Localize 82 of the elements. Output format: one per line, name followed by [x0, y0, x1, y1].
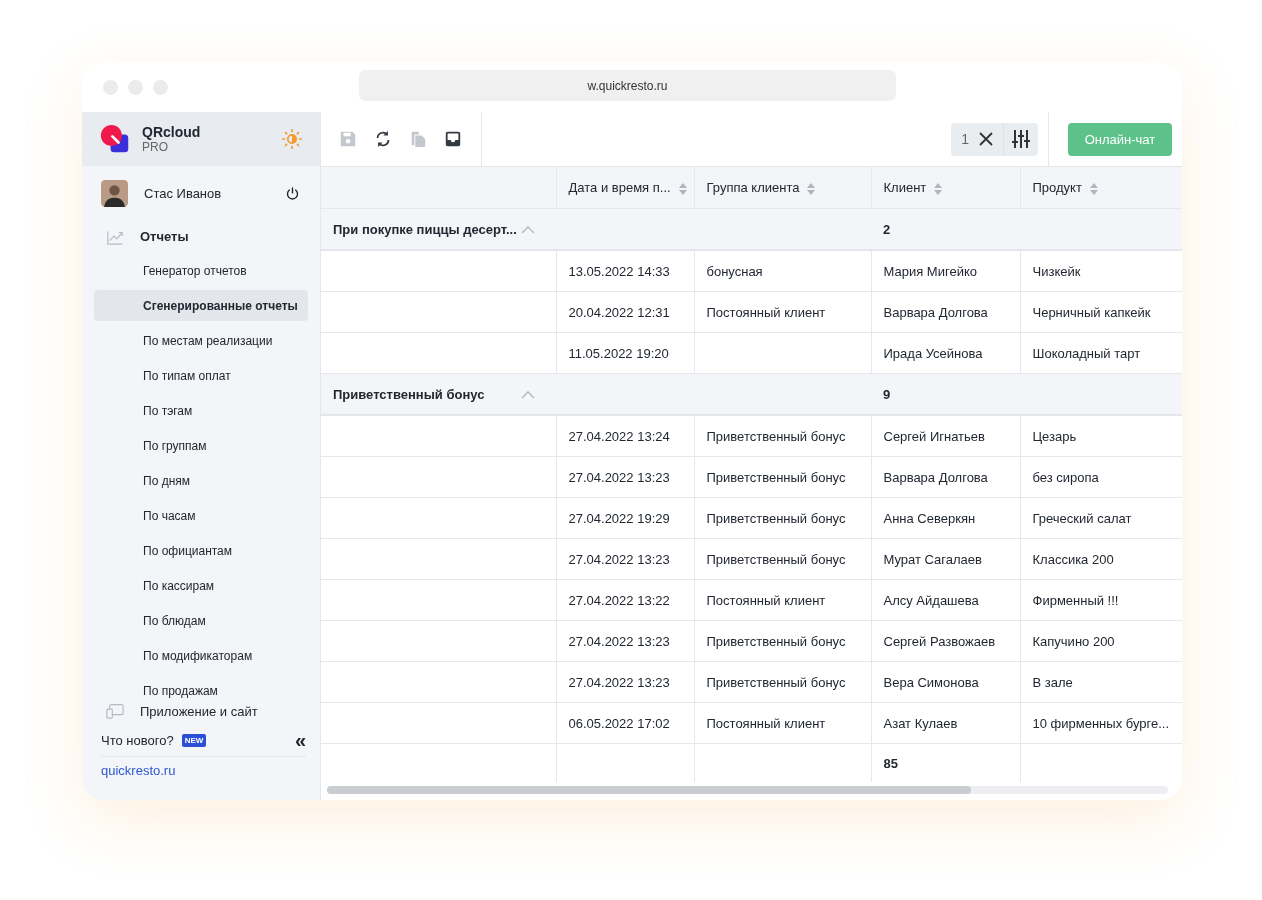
table-cell: 27.04.2022 13:23 [556, 538, 694, 580]
devices-icon [106, 702, 124, 720]
settings-icon[interactable] [1003, 122, 1038, 156]
table-cell: 06.05.2022 17:02 [556, 702, 694, 744]
theme-icon[interactable] [282, 129, 302, 149]
close-icon[interactable] [979, 132, 993, 146]
nav-item[interactable]: По официантам [94, 535, 308, 566]
table-cell: Ирада Усейнова [871, 332, 1020, 374]
total-cell: 85 [871, 743, 1020, 782]
table-cell: Сергей Игнатьев [871, 415, 1020, 457]
nav-item[interactable]: Сгенерированные отчеты [94, 290, 308, 321]
group-cell[interactable]: При покупке пиццы десерт... [321, 208, 556, 250]
sort-icon[interactable] [678, 182, 687, 195]
avatar-icon [101, 179, 128, 207]
table-cell: 27.04.2022 13:24 [556, 415, 694, 457]
table-cell: Приветственный бонус [694, 415, 871, 457]
column-header[interactable]: Группа клиента [694, 167, 871, 209]
brand-name: QRcloud [142, 124, 202, 140]
group-count: 9 [871, 373, 1020, 415]
table-cell: бонусная [694, 250, 871, 292]
nav-item[interactable]: По кассирам [94, 570, 308, 601]
column-header[interactable]: Клиент [871, 167, 1020, 209]
power-icon[interactable] [285, 185, 300, 201]
table-cell: Приветственный бонус [694, 661, 871, 703]
nav-item[interactable]: По дням [94, 465, 308, 496]
collapse-button[interactable]: « [294, 730, 306, 750]
table-cell: 13.05.2022 14:33 [556, 250, 694, 292]
filter-count: 1 [961, 131, 969, 147]
chevron-icon[interactable] [521, 391, 535, 400]
new-badge: NEW [181, 733, 207, 747]
table-cell: Варвара Долгова [871, 291, 1020, 333]
nav-item[interactable]: По часам [94, 500, 308, 531]
logo-icon [100, 124, 130, 154]
table-cell: Приветственный бонус [694, 497, 871, 539]
nav-item[interactable]: По продажам [94, 675, 308, 706]
refresh-icon[interactable] [374, 130, 392, 148]
table-cell: Приветственный бонус [694, 538, 871, 580]
sort-icon[interactable] [934, 182, 943, 195]
chevron-icon[interactable] [521, 226, 535, 235]
nav-section[interactable]: Отчеты [140, 229, 189, 244]
sort-icon[interactable] [1089, 182, 1098, 195]
table-cell: 11.05.2022 19:20 [556, 332, 694, 374]
table-cell: 27.04.2022 13:23 [556, 620, 694, 662]
table-cell: Сергей Развожаев [871, 620, 1020, 662]
nav-item[interactable]: Генератор отчетов [94, 255, 308, 286]
group-cell[interactable]: Приветственный бонус [321, 373, 556, 415]
address-bar[interactable]: w.quickresto.ru [359, 70, 896, 101]
table-cell: Анна Северкян [871, 497, 1020, 539]
site-link[interactable]: quickresto.ru [101, 763, 176, 778]
table-cell: Приветственный бонус [694, 620, 871, 662]
table-cell: 27.04.2022 13:22 [556, 579, 694, 621]
whats-new-link[interactable]: Что нового? [101, 732, 174, 748]
nav-item[interactable]: По группам [94, 430, 308, 461]
scrollbar-thumb[interactable] [327, 786, 971, 794]
table-cell: 20.04.2022 12:31 [556, 291, 694, 333]
table-cell: 27.04.2022 13:23 [556, 456, 694, 498]
plan-label: PRO [142, 140, 169, 154]
group-count: 2 [871, 208, 1020, 250]
table-cell: Азат Кулаев [871, 702, 1020, 744]
nav-item[interactable]: По типам оплат [94, 360, 308, 391]
nav-section[interactable]: Приложение и сайт [140, 703, 258, 719]
table-cell: Приветственный бонус [694, 456, 871, 498]
user-name: Стас Иванов [144, 185, 223, 201]
column-header[interactable]: Продукт [1020, 167, 1182, 209]
filter-chip[interactable]: 1 [951, 122, 1003, 156]
table-cell: Постоянный клиент [694, 579, 871, 621]
table-cell: 27.04.2022 13:23 [556, 661, 694, 703]
table-cell: 27.04.2022 19:29 [556, 497, 694, 539]
table-cell: Алсу Айдашева [871, 579, 1020, 621]
nav-item[interactable]: По блюдам [94, 605, 308, 636]
table-cell: Постоянный клиент [694, 291, 871, 333]
table-cell: Постоянный клиент [694, 702, 871, 744]
column-header[interactable]: Дата и время п... [556, 167, 694, 209]
table-cell: Мурат Сагалаев [871, 538, 1020, 580]
nav-item[interactable]: По тэгам [94, 395, 308, 426]
table-cell: Мария Мигейко [871, 250, 1020, 292]
table-cell: Вера Симонова [871, 661, 1020, 703]
nav-item[interactable]: По местам реализации [94, 325, 308, 356]
table-cell: Варвара Долгова [871, 456, 1020, 498]
nav-item[interactable]: По модификаторам [94, 640, 308, 671]
sort-icon[interactable] [807, 182, 816, 195]
inbox-icon[interactable] [444, 130, 462, 148]
